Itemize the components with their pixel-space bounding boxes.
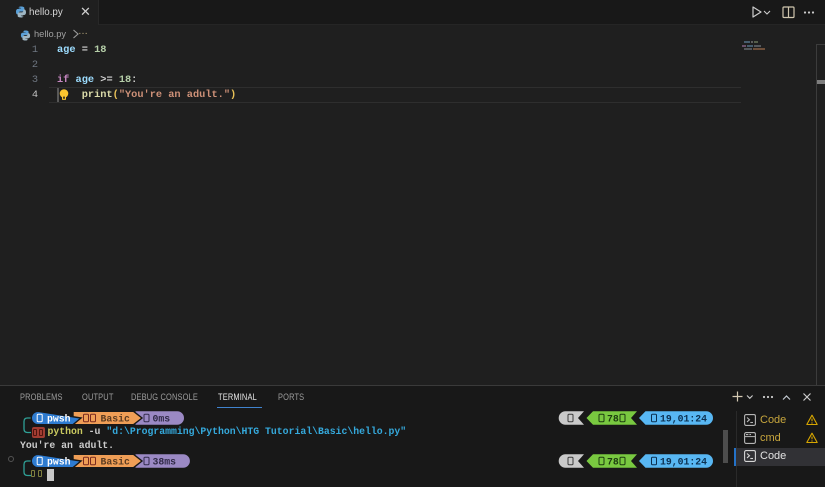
- svg-text:19,01:24: 19,01:24: [660, 414, 707, 425]
- svg-text:Basic: Basic: [101, 414, 131, 425]
- svg-text:19,01:24: 19,01:24: [660, 457, 707, 468]
- svg-text:78: 78: [607, 414, 619, 425]
- svg-text:0ms: 0ms: [153, 414, 171, 425]
- svg-text:Basic: Basic: [101, 457, 131, 468]
- svg-text:78: 78: [607, 457, 619, 468]
- svg-text:pwsh: pwsh: [47, 414, 71, 425]
- svg-text:38ms: 38ms: [153, 457, 177, 468]
- svg-text:pwsh: pwsh: [47, 457, 71, 468]
